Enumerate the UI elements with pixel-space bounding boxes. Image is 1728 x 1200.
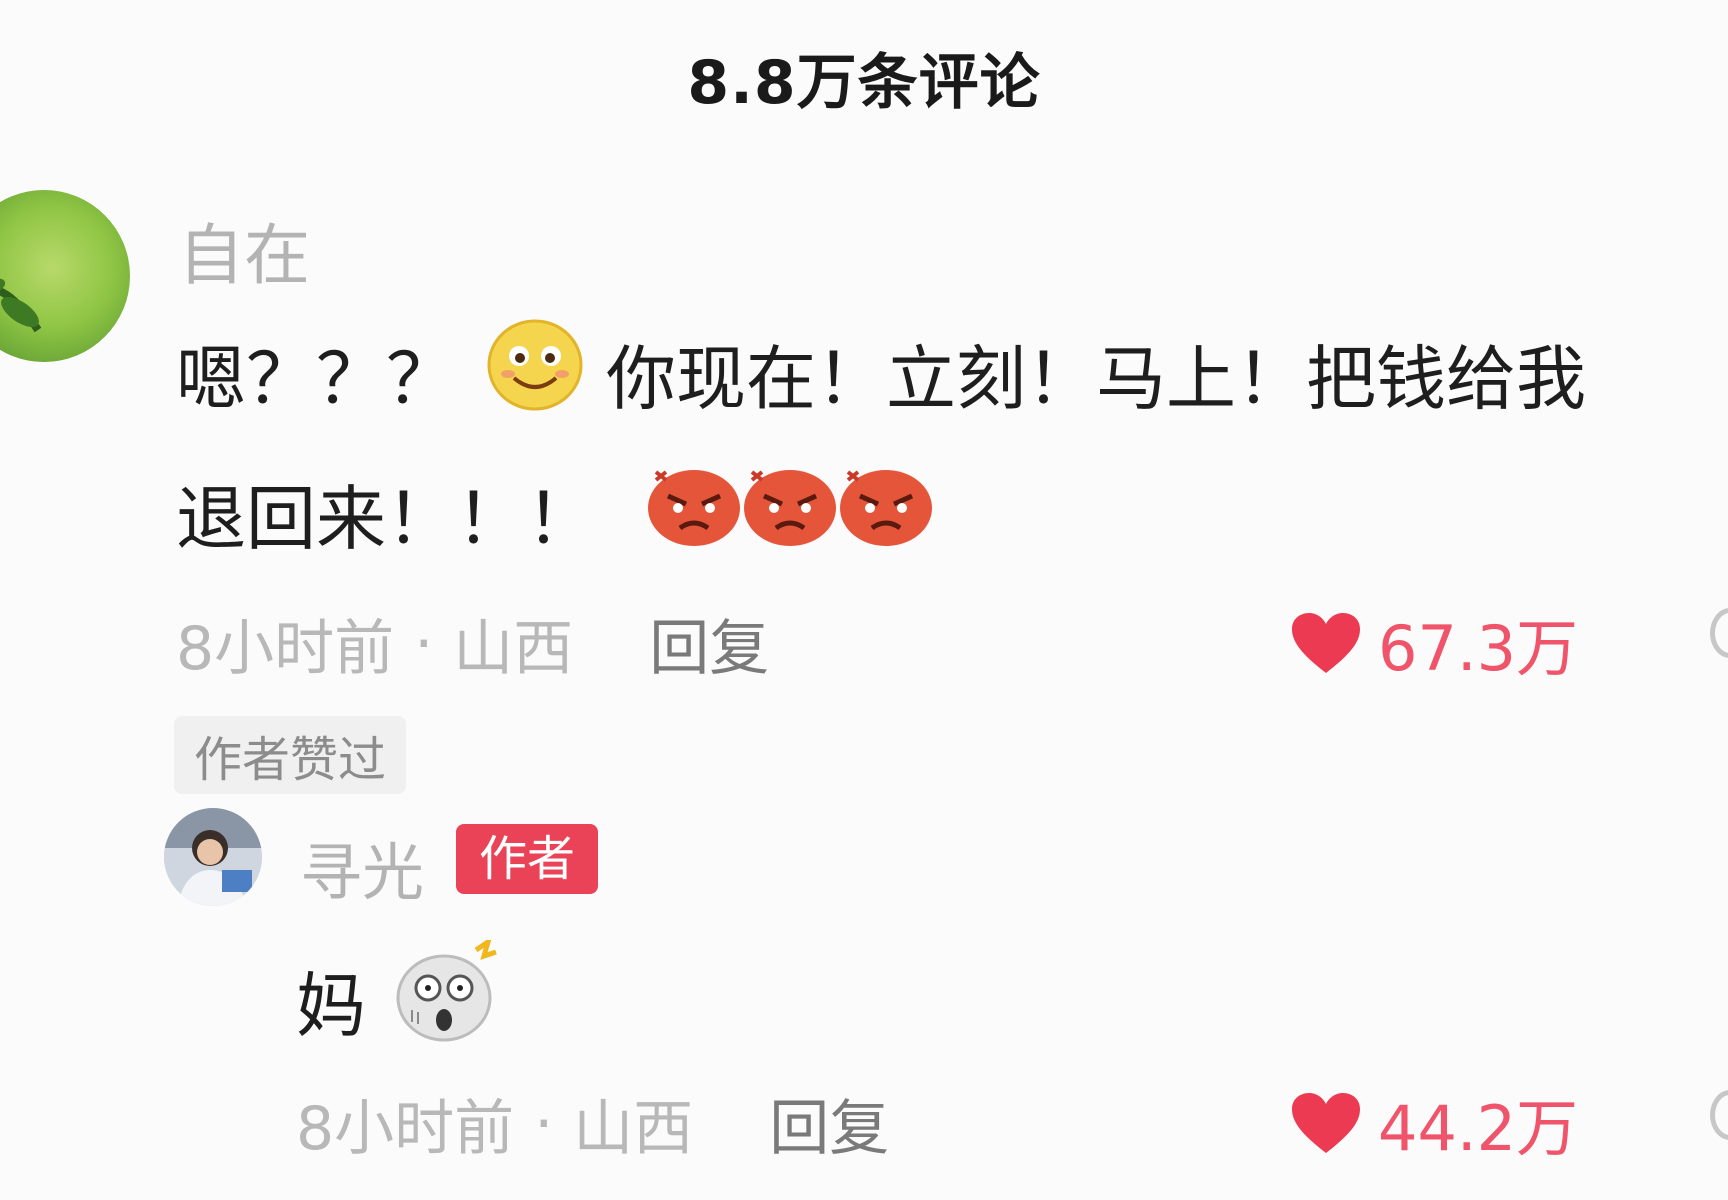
reply-button[interactable]: 回复	[769, 1080, 889, 1167]
location: 山西	[453, 614, 574, 684]
location: 山西	[573, 1094, 694, 1164]
timestamp: 8小时前	[296, 1094, 515, 1164]
comment-text-segment: 妈	[296, 965, 366, 1047]
shocked-emoji-icon	[392, 936, 502, 1061]
like-button[interactable]: 44.2万	[1290, 1078, 1578, 1168]
reply-button[interactable]: 回复	[649, 600, 769, 687]
like-count: 44.2万	[1378, 1092, 1579, 1165]
comment-meta: 8小时前 · 山西 回复	[176, 600, 769, 687]
smile-emoji-icon	[486, 318, 584, 429]
comment-bubble-icon[interactable]	[1710, 608, 1728, 658]
person-avatar-image	[164, 808, 262, 906]
author-liked-badge: 作者赞过	[174, 716, 407, 794]
avatar[interactable]	[164, 808, 262, 906]
comments-page: 8.8万条评论 自在 嗯？？？ 你现在！立刻！马上！把钱给我 退回来！！！ 8小…	[0, 0, 1728, 1200]
like-button[interactable]: 67.3万	[1290, 598, 1578, 688]
author-badge: 作者	[456, 824, 598, 894]
angry-emoji-icon	[646, 462, 742, 565]
meta-separator: ·	[534, 1088, 554, 1159]
angry-emoji-icon	[742, 462, 838, 565]
heart-icon	[1292, 1093, 1360, 1153]
username[interactable]: 寻光	[300, 822, 424, 912]
comment-text-segment: 退回来！！！	[176, 478, 596, 560]
heart-icon	[1292, 613, 1360, 673]
angry-emoji-icon	[838, 462, 934, 565]
timestamp: 8小时前	[176, 614, 395, 684]
like-count: 67.3万	[1378, 612, 1579, 685]
username[interactable]: 自在	[178, 202, 310, 298]
reply-meta: 8小时前 · 山西 回复	[296, 1080, 889, 1167]
comment-text-line: 嗯？？？ 你现在！立刻！马上！把钱给我	[176, 318, 1586, 429]
leaf-avatar-image	[0, 278, 42, 333]
comment-bubble-icon[interactable]	[1710, 1090, 1728, 1140]
comment-text-line: 退回来！！！	[176, 462, 934, 565]
comment-count-title: 8.8万条评论	[687, 48, 1041, 118]
comment-text-segment: 嗯？？？	[176, 338, 456, 420]
comment-text-segment: 你现在！立刻！马上！把钱给我	[606, 338, 1586, 420]
reply-text: 妈	[296, 936, 502, 1061]
avatar[interactable]	[0, 190, 130, 362]
meta-separator: ·	[414, 608, 434, 679]
